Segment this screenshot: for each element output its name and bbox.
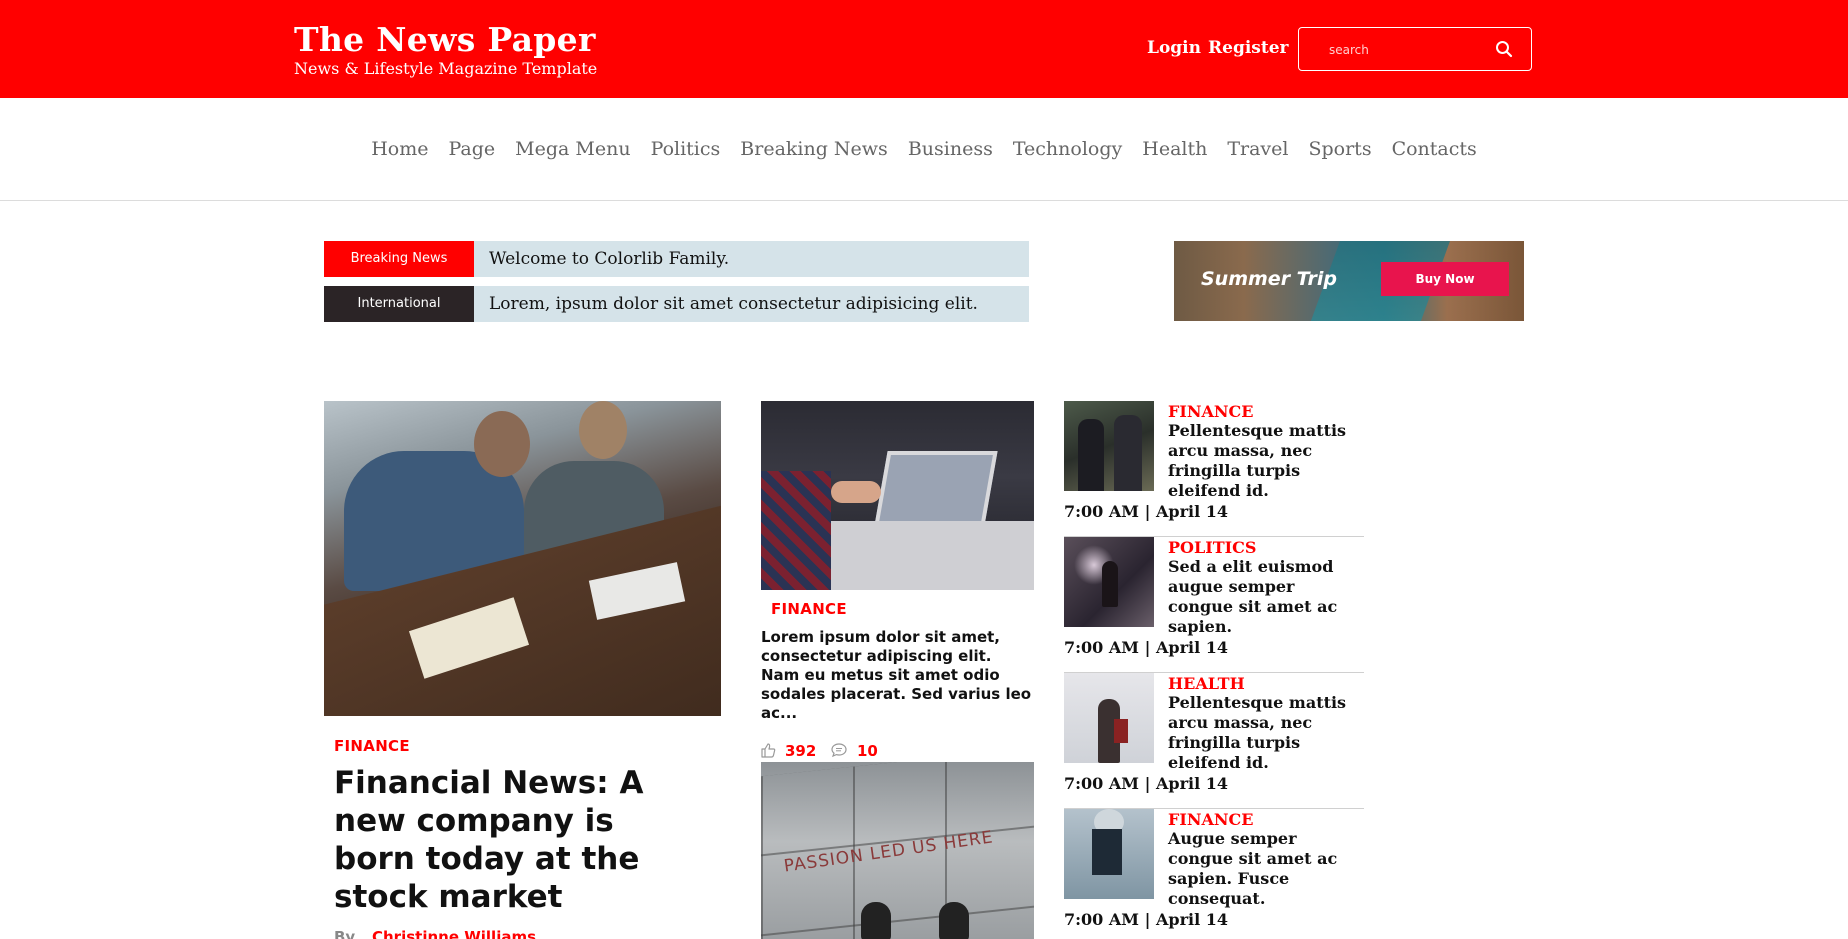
sidebar-title[interactable]: Sed a elit euismod augue semper congue s… [1168,557,1358,637]
search-input[interactable] [1329,41,1489,59]
ticker-breaking: Breaking News Welcome to Colorlib Family… [324,241,1029,277]
image-detail [1114,719,1128,743]
image-detail [861,902,891,939]
image-detail [874,451,998,526]
login-link[interactable]: Login [1147,38,1201,58]
ticker-tag-international[interactable]: International [324,286,474,322]
nav-business[interactable]: Business [908,138,993,160]
brand-subtitle: News & Lifestyle Magazine Template [294,59,598,78]
passion-image[interactable]: PASSION LED US HERE [761,762,1034,939]
sidebar-thumb[interactable] [1064,673,1154,763]
middle-title[interactable]: Lorem ipsum dolor sit amet, consectetur … [761,628,1033,723]
nav-politics[interactable]: Politics [651,138,721,160]
image-detail [831,481,881,503]
nav-home[interactable]: Home [371,138,428,160]
image-detail [761,471,831,590]
image-detail [579,401,627,459]
like-count: 392 [785,742,817,760]
sidebar-thumb[interactable] [1064,537,1154,627]
buy-now-button[interactable]: Buy Now [1381,262,1509,296]
author-link[interactable]: Christinne Williams [372,928,536,939]
nav-sports[interactable]: Sports [1308,138,1371,160]
sidebar-thumb[interactable] [1064,809,1154,899]
image-detail [939,902,969,939]
sidebar-thumb[interactable] [1064,401,1154,491]
featured-image[interactable] [324,401,721,716]
brand-title[interactable]: The News Paper [294,20,596,59]
nav-travel[interactable]: Travel [1227,138,1288,160]
comment-count: 10 [857,742,878,760]
ad-banner[interactable]: Summer Trip Buy Now [1174,241,1524,321]
main-nav: Home Page Mega Menu Politics Breaking Ne… [0,98,1848,201]
search-box [1298,27,1532,71]
nav-mega-menu[interactable]: Mega Menu [515,138,630,160]
sidebar-category[interactable]: HEALTH [1168,674,1245,693]
ad-title: Summer Trip [1201,268,1338,290]
sidebar-time: 7:00 AM | April 14 [1064,502,1228,521]
nav-technology[interactable]: Technology [1013,138,1122,160]
meeting-image[interactable] [761,401,1034,590]
sidebar-title[interactable]: Pellentesque mattis arcu massa, nec frin… [1168,693,1358,773]
sidebar-category[interactable]: FINANCE [1168,402,1253,421]
featured-title[interactable]: Financial News: A new company is born to… [334,764,694,916]
ticker-text[interactable]: Welcome to Colorlib Family. [489,249,729,269]
sidebar-category[interactable]: FINANCE [1168,810,1253,829]
image-detail [1078,419,1104,491]
nav-breaking-news[interactable]: Breaking News [740,138,888,160]
image-detail [1092,829,1122,875]
ticker-international: International Lorem, ipsum dolor sit ame… [324,286,1029,322]
comment-icon[interactable] [831,742,847,758]
nav-health[interactable]: Health [1142,138,1207,160]
middle-category[interactable]: FINANCE [771,600,847,618]
ticker-text[interactable]: Lorem, ipsum dolor sit amet consectetur … [489,294,978,314]
sidebar-time: 7:00 AM | April 14 [1064,774,1228,793]
image-detail [1114,415,1142,491]
sidebar-title[interactable]: Augue semper congue sit amet ac sapien. … [1168,829,1358,909]
by-label: By [334,928,356,939]
header-bar: The News Paper News & Lifestyle Magazine… [0,0,1848,98]
sidebar-title[interactable]: Pellentesque mattis arcu massa, nec frin… [1168,421,1358,501]
image-detail [474,411,530,477]
nav-list: Home Page Mega Menu Politics Breaking Ne… [0,138,1848,160]
register-link[interactable]: Register [1208,38,1288,58]
sidebar-time: 7:00 AM | April 14 [1064,638,1228,657]
search-icon[interactable] [1495,40,1513,58]
image-detail [1102,561,1118,607]
nav-page[interactable]: Page [448,138,495,160]
nav-contacts[interactable]: Contacts [1392,138,1477,160]
ticker-tag-breaking[interactable]: Breaking News [324,241,474,277]
sidebar-time: 7:00 AM | April 14 [1064,910,1228,929]
featured-category[interactable]: FINANCE [334,737,410,755]
sidebar-category[interactable]: POLITICS [1168,538,1256,557]
thumbs-up-icon[interactable] [760,742,776,758]
